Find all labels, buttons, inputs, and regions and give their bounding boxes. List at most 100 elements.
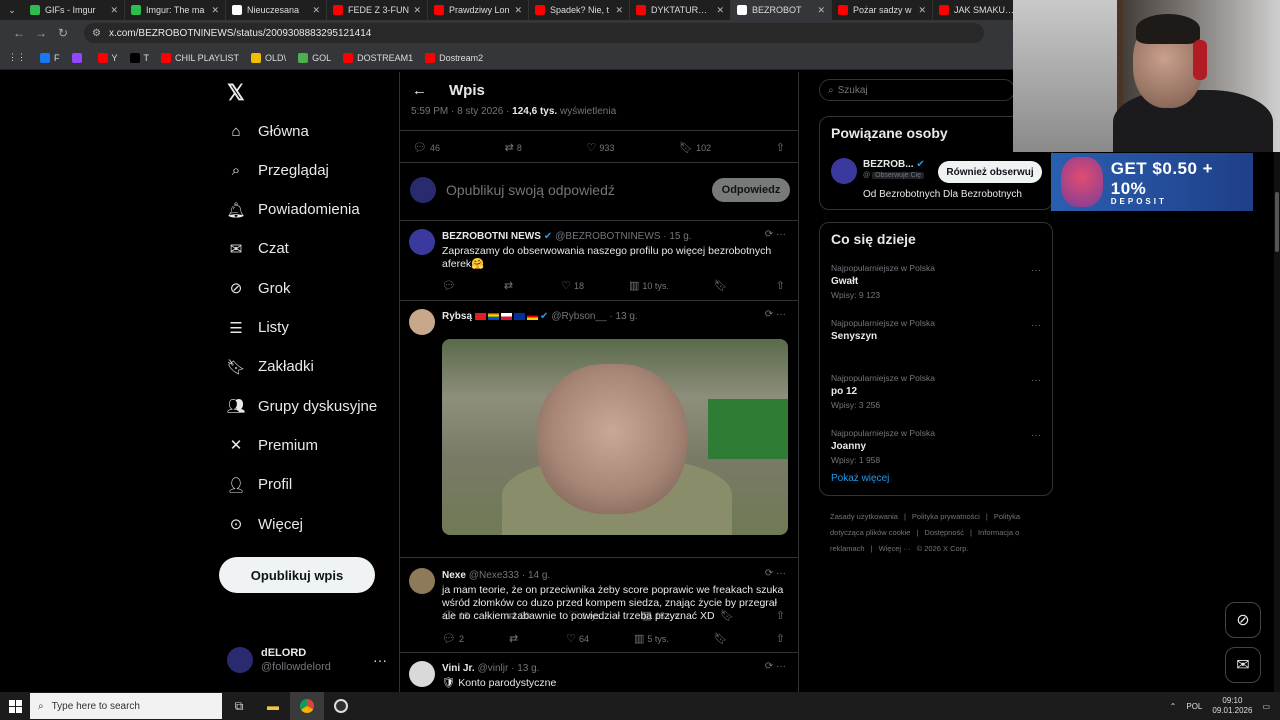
close-icon[interactable]: ✕ [211, 5, 219, 16]
taskbar-search-input[interactable]: ⌕ Type here to search [30, 693, 222, 719]
bookmark-action[interactable]: 🔖︎ 102 [679, 141, 711, 154]
share-action[interactable]: ⇧ [776, 141, 788, 154]
bookmark-item[interactable]: Dostream2 [425, 52, 483, 63]
sidebar-item[interactable]: ✕ Premium [227, 436, 318, 455]
share-action[interactable]: ⇧ [776, 279, 788, 292]
tweet-video[interactable] [442, 339, 788, 535]
bookmark-item[interactable]: OLD\ [251, 52, 286, 63]
sidebar-item[interactable]: ⌕ Przeglądaj [227, 161, 329, 179]
more-dots-icon[interactable]: ··· [1031, 430, 1041, 441]
sidebar-item[interactable]: 🔔︎ Powiadomienia [226, 201, 359, 219]
sidebar-item[interactable]: ☰ Listy [227, 319, 289, 337]
reply-action[interactable]: 💬︎ 46 [413, 141, 440, 154]
show-more-link[interactable]: Pokaż więcej [831, 473, 889, 484]
sidebar-item[interactable]: ⊘ Grok [227, 279, 291, 298]
tray-chevron-icon[interactable]: ⌃ [1170, 702, 1177, 711]
browser-tab[interactable]: Pożar sadzy w ✕ [832, 0, 933, 20]
notifications-icon[interactable]: ▭ [1262, 702, 1270, 711]
obs-icon[interactable] [324, 692, 358, 720]
back-arrow-icon[interactable]: ← [412, 82, 427, 99]
footer-link[interactable]: Zasady użytkowania [830, 512, 898, 521]
repost-action[interactable]: ⇄ [509, 632, 521, 645]
close-icon[interactable]: ✕ [918, 5, 926, 16]
views-action[interactable]: ▥ 10 tys. [629, 279, 669, 292]
footer-link[interactable]: Więcej ··· [879, 544, 911, 553]
trend-item[interactable]: Najpopularniejsze w Polska Joanny Wpisy: 1… [831, 428, 1041, 465]
language-indicator[interactable]: POL [1186, 702, 1202, 711]
close-icon[interactable]: ✕ [413, 5, 421, 16]
tweet-menu[interactable]: ⟳ ··· [765, 661, 786, 672]
bookmark-item[interactable] [71, 52, 86, 63]
reply-action[interactable]: 💬︎ 2 [442, 632, 464, 645]
sidebar-item[interactable]: ⌂ Główna [227, 122, 308, 140]
repost-action[interactable]: ⇄ [504, 279, 516, 292]
search-input[interactable]: ⌕ Szukaj [819, 79, 1015, 101]
share-action[interactable]: ⇧ [776, 632, 788, 645]
bookmark-item[interactable]: Y [97, 52, 118, 63]
bookmark-item[interactable]: CHIL PLAYLIST [161, 52, 239, 63]
bookmark-item[interactable]: DOSTREAM1 [343, 52, 413, 63]
bookmark-item[interactable]: T [129, 52, 149, 63]
apps-grid-icon[interactable]: ⋮⋮ [8, 52, 26, 63]
forward-icon[interactable]: → [30, 26, 52, 40]
follow-back-button[interactable]: Również obserwuj [938, 161, 1042, 183]
sidebar-item[interactable]: 👥︎ Grupy dyskusyjne [226, 397, 377, 416]
post-timestamp[interactable]: 5:59 PM · 8 sty 2026 · [411, 106, 512, 117]
avatar[interactable] [409, 309, 435, 335]
footer-link[interactable]: Polityka prywatności [912, 512, 980, 521]
task-view-icon[interactable]: ⧉ [222, 692, 256, 720]
post-button[interactable]: Opublikuj wpis [219, 557, 375, 593]
reply-action[interactable]: 💬︎ [442, 279, 459, 292]
chrome-icon[interactable] [290, 692, 324, 720]
close-icon[interactable]: ✕ [514, 5, 522, 16]
more-dots-icon[interactable]: ··· [1031, 265, 1041, 276]
browser-tab[interactable]: DYKTATURA TU ✕ [630, 0, 731, 20]
trend-item[interactable]: Najpopularniejsze w Polska Gwałt Wpisy: 9 … [831, 263, 1041, 300]
browser-tab[interactable]: Imgur: The ma ✕ [125, 0, 226, 20]
related-name[interactable]: BEZROB... [863, 159, 914, 170]
reply-input[interactable]: Opublikuj swoją odpowiedź [446, 182, 712, 198]
tweet-author[interactable]: Rybsą [442, 311, 472, 322]
tweet-author[interactable]: BEZROBOTNI NEWS [442, 231, 541, 242]
tweet-menu[interactable]: ⟳ ··· [765, 309, 786, 320]
browser-tab[interactable]: Prawdziwy Lon ✕ [428, 0, 529, 20]
messages-fab[interactable]: ✉ [1225, 647, 1261, 683]
like-action[interactable]: ♡ 18 [561, 279, 584, 292]
avatar[interactable] [409, 568, 435, 594]
grok-fab[interactable]: ⊘ [1225, 602, 1261, 638]
more-dots-icon[interactable]: ··· [1031, 375, 1041, 386]
sidebar-item[interactable]: ⊙ Więcej [227, 515, 303, 534]
bookmark-action[interactable]: 🔖︎ [714, 632, 731, 645]
browser-tab[interactable]: Spadek? Nie, t ✕ [529, 0, 630, 20]
close-icon[interactable]: ✕ [312, 5, 320, 16]
sidebar-item[interactable]: ✉ Czat [227, 240, 289, 258]
views-action[interactable]: ▥ 5 tys. [634, 632, 669, 645]
trend-item[interactable]: Najpopularniejsze w Polska Senyszyn ··· [831, 318, 1041, 345]
tweet-menu[interactable]: ⟳ ··· [765, 229, 786, 240]
footer-link[interactable]: Dostępność [924, 528, 964, 537]
bookmark-action[interactable]: 🔖︎ [714, 279, 731, 292]
repost-action[interactable]: ⇄ 8 [505, 141, 522, 154]
tweet-author[interactable]: Nexe [442, 570, 466, 581]
close-icon[interactable]: ✕ [615, 5, 623, 16]
file-explorer-icon[interactable]: ▬ [256, 692, 290, 720]
account-switcher[interactable]: dELORD @followdelord ··· [227, 646, 387, 674]
sidebar-item[interactable]: 🔖︎ Zakładki [226, 358, 313, 376]
close-icon[interactable]: ✕ [716, 5, 724, 16]
trend-item[interactable]: Najpopularniejsze w Polska po 12 Wpisy: 3 … [831, 373, 1041, 410]
browser-tab[interactable]: BEZROBOT ✕ [731, 0, 832, 20]
page-scrollbar[interactable] [1274, 152, 1280, 692]
tab-search-dropdown[interactable]: ⌄ [0, 0, 24, 20]
tweet-author[interactable]: Vini Jr. [442, 663, 475, 674]
clock[interactable]: 09:10 09.01.2026 [1212, 696, 1252, 716]
url-bar[interactable]: ⚙ x.com/BEZROBOTNINEWS/status/2009308883… [84, 23, 984, 43]
bookmark-item[interactable]: F [40, 52, 60, 63]
like-action[interactable]: ♡ 64 [566, 632, 589, 645]
back-icon[interactable]: ← [8, 26, 30, 40]
site-info-icon[interactable]: ⚙ [92, 28, 101, 39]
reply-button[interactable]: Odpowiedz [712, 178, 790, 202]
ad-banner[interactable]: GET $0.50 + 10% DEPOSIT [1051, 153, 1253, 211]
scrollbar-thumb[interactable] [1275, 192, 1279, 252]
windows-start-icon[interactable] [0, 692, 30, 720]
more-dots-icon[interactable]: ··· [1031, 320, 1041, 331]
